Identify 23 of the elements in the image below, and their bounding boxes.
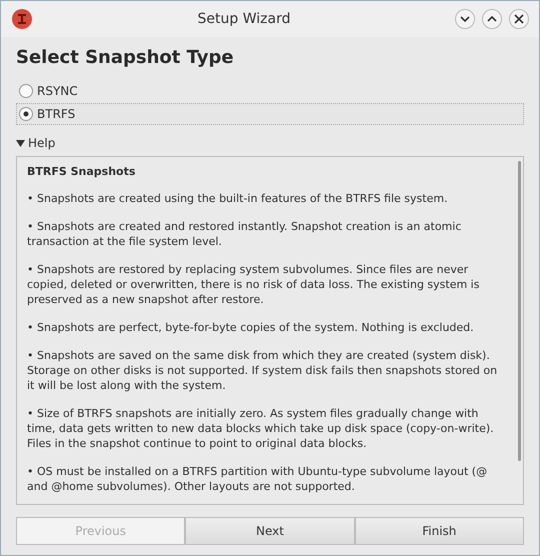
help-paragraph: • Snapshots are created using the built-in features of the BTRFS file system.: [27, 191, 449, 206]
wizard-button[interactable]: Finish: [354, 517, 524, 545]
minimize-button[interactable]: [455, 9, 475, 29]
maximize-button[interactable]: [482, 9, 502, 29]
help-expander[interactable]: Help: [16, 136, 56, 150]
wizard-button[interactable]: Next: [185, 517, 355, 545]
close-button[interactable]: [509, 9, 529, 29]
help-paragraph: • Snapshots are created and restored instantly. Snapshot creation is an atomic transaction at the file system level.: [27, 219, 462, 249]
app-logo-icon: [11, 8, 33, 30]
radio-label[interactable]: RSYNC: [37, 84, 78, 98]
help-paragraph: • Size of BTRFS snapshots are initially zero. As system files gradually change with time, data gets written to new data blocks which take up disk space (copy-on-write). Files in the snapshot continue to point to original data blocks.: [27, 406, 495, 451]
help-paragraph: • Snapshots are restored by replacing system subvolumes. Since files are never copied, deleted or overwritten, there is no risk of data loss. The existing system is preserved as a new snapshot after restore.: [27, 262, 480, 307]
scrollbar[interactable]: [518, 161, 521, 461]
help-paragraph: • OS must be installed on a BTRFS partition with Ubuntu-type subvolume layout (@ and @home subvolumes). Other layouts are not supported.: [27, 464, 488, 494]
radio-button[interactable]: [19, 84, 33, 98]
help-title: BTRFS Snapshots: [27, 164, 136, 179]
help-paragraph: • Snapshots are saved on the same disk from which they are created (system disk). Storage on other disks is not supported. If system disk fails then snapshots stored on it will be lost along with the system.: [27, 348, 498, 393]
page-heading: Select Snapshot Type: [16, 47, 235, 68]
help-paragraph: • Snapshots are perfect, byte-for-byte copies of the system. Nothing is excluded.: [27, 320, 475, 335]
radio-label[interactable]: BTRFS: [37, 107, 76, 121]
caret-icon: [16, 140, 25, 146]
radio-button[interactable]: [19, 107, 33, 121]
window-title: Setup Wizard: [196, 11, 292, 27]
